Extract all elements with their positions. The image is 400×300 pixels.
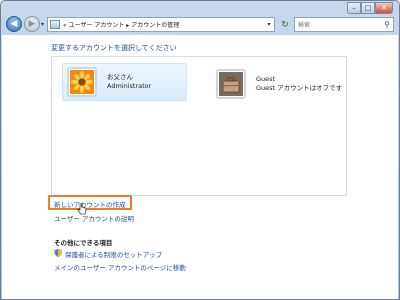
account-tile-father[interactable]: お父さん Administrator — [62, 63, 187, 101]
refresh-icon[interactable]: ↻ — [278, 17, 292, 32]
create-account-link[interactable]: 新しいアカウントの作成 — [54, 199, 126, 209]
shield-icon — [54, 249, 62, 257]
search-icon[interactable]: ⚲ — [384, 20, 390, 29]
parental-controls-link[interactable]: 保護者による制限のセットアップ — [65, 249, 162, 259]
breadcrumb[interactable]: « ユーザー アカウント ▸ アカウントの管理 — [63, 20, 264, 29]
account-list: お父さん Administrator Guest Guest アカウントはオフで… — [51, 56, 347, 196]
address-bar[interactable]: « ユーザー アカウント ▸ アカウントの管理 ▾ — [47, 17, 275, 32]
forward-button[interactable]: ▶ — [24, 16, 40, 32]
maximize-button[interactable]: □ — [361, 2, 375, 14]
main-content: 変更するアカウントを選択してください お父さん Administrator Gu… — [2, 35, 398, 299]
page-heading: 変更するアカウントを選択してください — [51, 44, 177, 52]
minimize-button[interactable]: – — [347, 2, 361, 14]
close-button[interactable]: ✕ — [375, 2, 393, 14]
search-placeholder: 検索 — [298, 22, 311, 29]
account-status: Guest アカウントはオフです — [256, 84, 343, 92]
control-panel-window: – □ ✕ ◀ ▶ ▾ « ユーザー アカウント ▸ アカウントの管理 ▾ ↻ … — [0, 0, 400, 300]
caption-buttons: – □ ✕ — [347, 2, 393, 14]
account-name: お父さん — [107, 73, 133, 81]
navigation-bar: ◀ ▶ ▾ « ユーザー アカウント ▸ アカウントの管理 ▾ ↻ 検索 ⚲ — [5, 15, 397, 35]
address-dropdown-icon[interactable]: ▾ — [264, 21, 274, 28]
account-tile-guest[interactable]: Guest Guest アカウントはオフです — [212, 65, 352, 103]
control-panel-icon — [50, 20, 60, 29]
account-name: Guest — [256, 75, 276, 83]
main-accounts-page-link[interactable]: メインのユーザー アカウントのページに移動 — [54, 262, 186, 272]
briefcase-icon — [216, 69, 246, 99]
section-title: その他にできる項目 — [54, 239, 113, 247]
back-button[interactable]: ◀ — [6, 16, 22, 32]
hand-cursor-icon — [77, 203, 87, 215]
search-input[interactable]: 検索 ⚲ — [294, 17, 394, 32]
flower-photo-icon — [67, 67, 97, 97]
account-type: Administrator — [107, 82, 152, 90]
about-accounts-link[interactable]: ユーザー アカウントの説明 — [54, 213, 134, 223]
